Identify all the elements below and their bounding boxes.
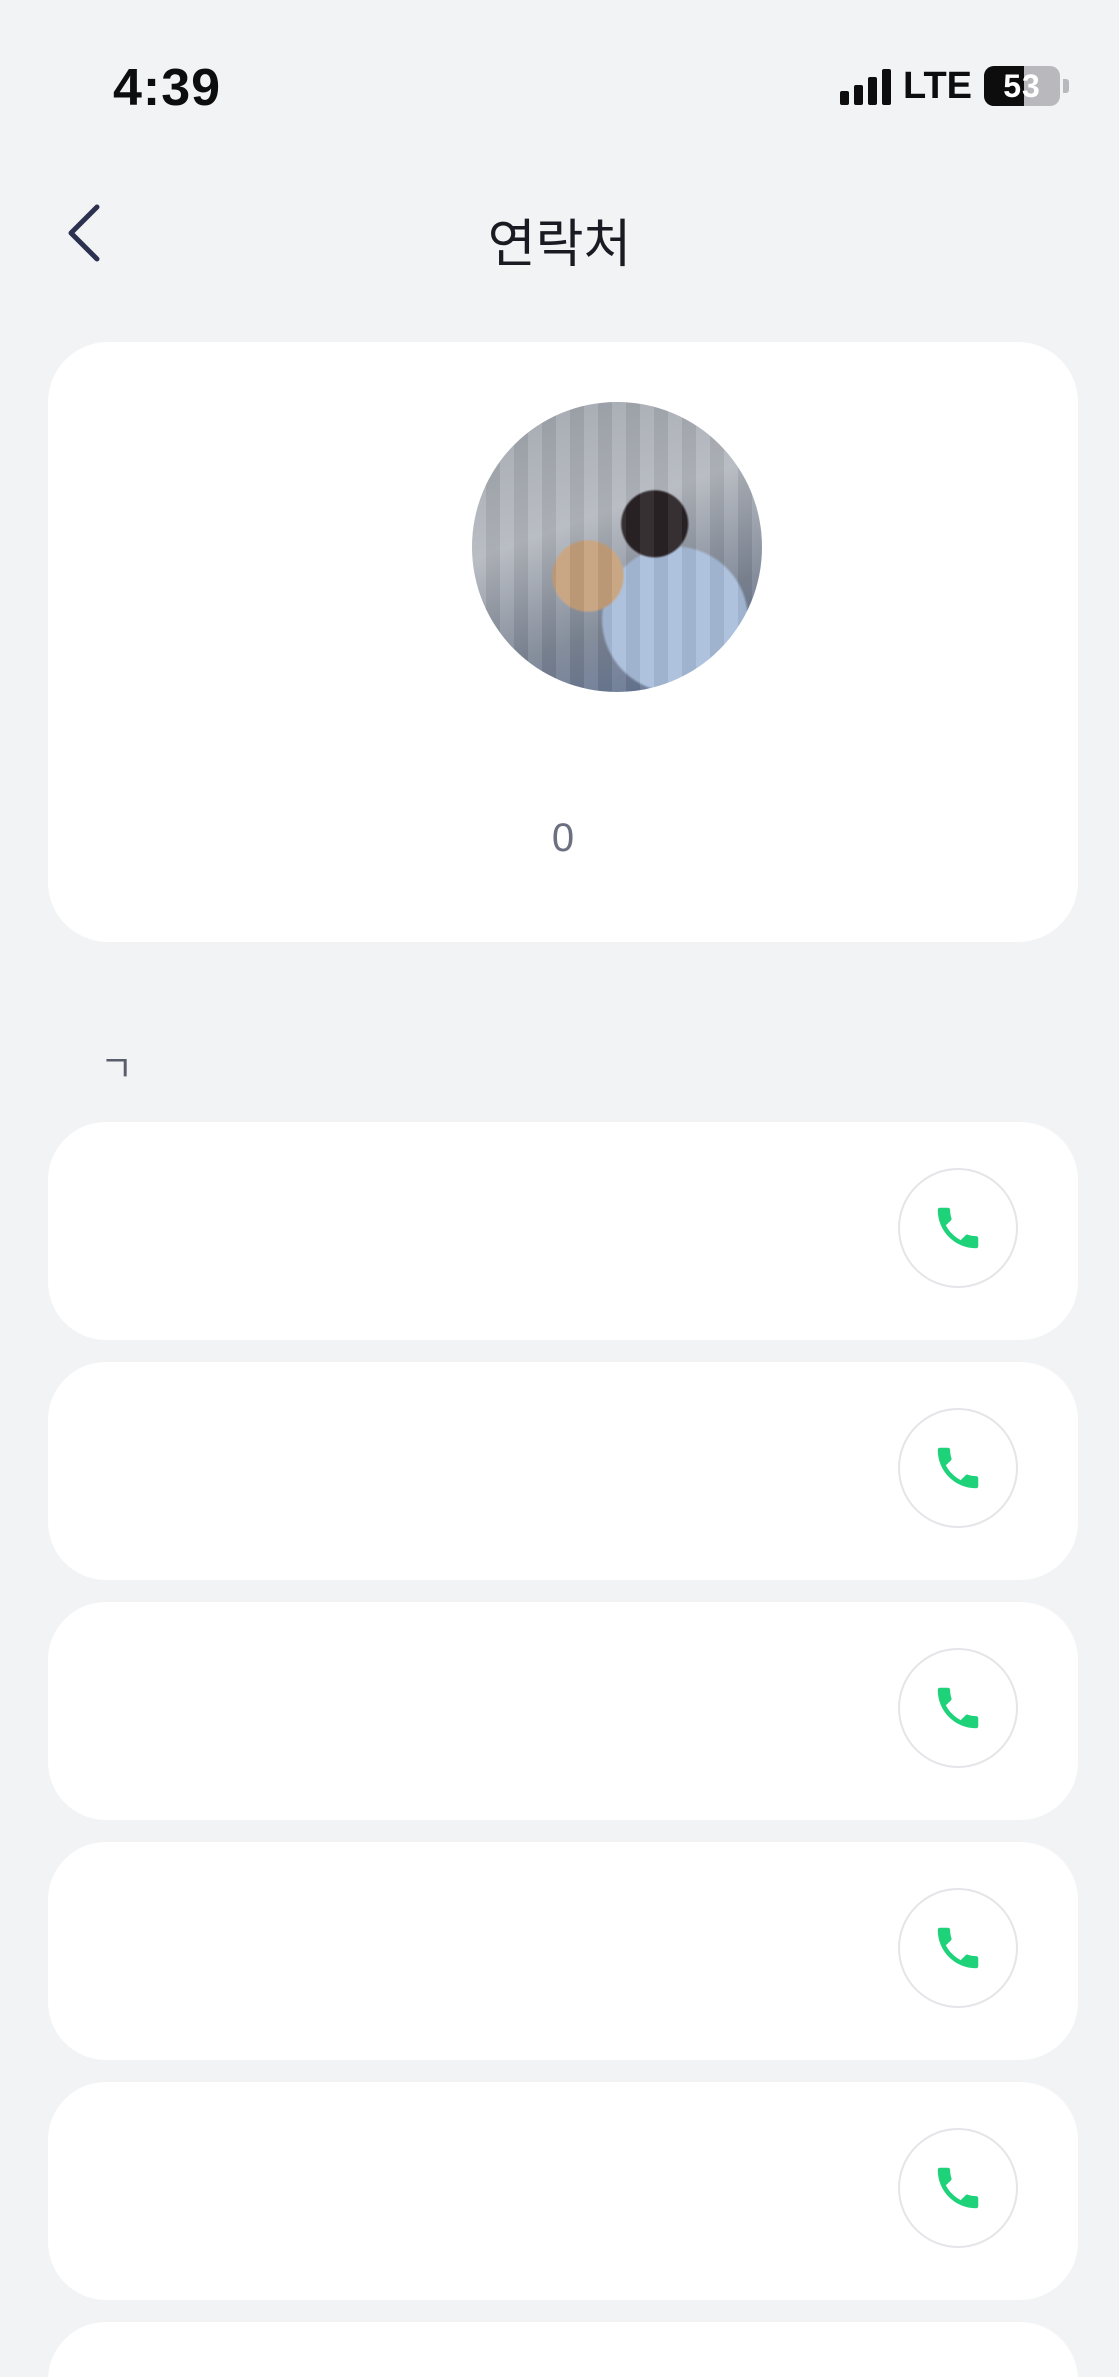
contact-list	[48, 1122, 1078, 2377]
contact-item[interactable]	[48, 1122, 1078, 1340]
phone-icon	[937, 1687, 979, 1729]
phone-icon	[937, 2167, 979, 2209]
network-type: LTE	[903, 64, 972, 107]
profile-card: 0	[48, 342, 1078, 942]
call-button[interactable]	[898, 1648, 1018, 1768]
call-button[interactable]	[898, 1168, 1018, 1288]
contact-item[interactable]	[48, 2082, 1078, 2300]
contact-item[interactable]	[48, 1842, 1078, 2060]
battery-level: 53	[1003, 67, 1041, 104]
contact-item[interactable]	[48, 1602, 1078, 1820]
signal-strength-icon	[840, 67, 892, 105]
page-title: 연락처	[487, 216, 632, 274]
status-time: 4:39	[113, 59, 222, 117]
section-index-label: ㄱ	[100, 1048, 134, 1089]
call-button[interactable]	[898, 2128, 1018, 2248]
status-indicators: LTE 53	[840, 63, 1069, 109]
contact-item-partial[interactable]	[48, 2322, 1078, 2377]
phone-icon	[937, 1207, 979, 1249]
battery-cap	[1063, 79, 1069, 93]
battery-icon: 53	[984, 66, 1060, 106]
profile-phone: 0	[551, 816, 575, 860]
call-button[interactable]	[898, 1888, 1018, 2008]
status-bar: 4:39 LTE 53	[0, 0, 1119, 180]
contacts-screen: 4:39 LTE 53 연락처 0 ㄱ	[0, 0, 1119, 2377]
nav-bar: 연락처	[0, 180, 1119, 290]
call-button[interactable]	[898, 1408, 1018, 1528]
avatar[interactable]	[472, 402, 762, 692]
phone-icon	[937, 1927, 979, 1969]
contact-item[interactable]	[48, 1362, 1078, 1580]
phone-icon	[937, 1447, 979, 1489]
